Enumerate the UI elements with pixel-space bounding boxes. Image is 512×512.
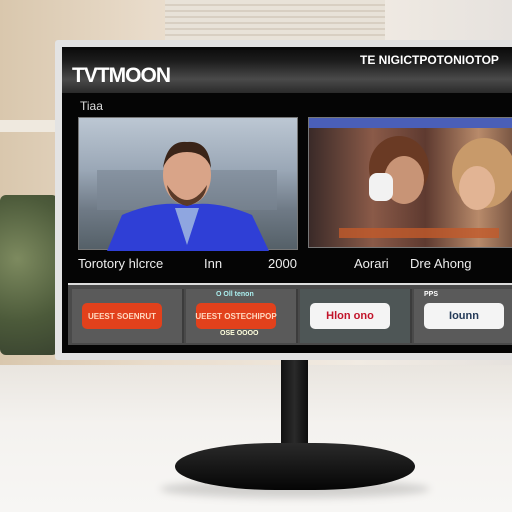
window-blinds (165, 0, 385, 40)
tv-stand-base (175, 443, 415, 490)
app-logo: TVTMOON (72, 64, 171, 87)
app-tile-3-button[interactable]: Hlon ono (310, 303, 390, 329)
plant (0, 195, 58, 355)
app-tile-3[interactable]: Hlon ono (300, 289, 412, 343)
app-tiles-row: UEEST SOENRUT O Oll tenon UEEST OSTECHIP… (68, 283, 512, 345)
video-thumbnail-movie[interactable] (308, 117, 512, 248)
video-thumbnail-news[interactable] (78, 117, 298, 251)
label-item-1[interactable]: Torotory hlcrce (78, 256, 163, 271)
app-tile-1-button[interactable]: UEEST SOENRUT (82, 303, 162, 329)
app-tile-4[interactable]: PPS Iounn (414, 289, 512, 343)
shelf (0, 120, 60, 132)
app-tile-2-button[interactable]: UEEST OSTECHIPOP (195, 303, 277, 329)
header-menu-text[interactable]: TE NIGICTPOTONIOTOP (360, 53, 499, 67)
tv-screen: TVTMOON TE NIGICTPOTONIOTOP Tiaa Torotor… (62, 47, 512, 353)
label-item-2[interactable]: Inn (204, 256, 222, 271)
movie-still-image (309, 118, 512, 238)
app-tile-4-button[interactable]: Iounn (424, 303, 504, 329)
section-title: Tiaa (80, 99, 103, 113)
app-tile-4-header: PPS (424, 291, 439, 298)
app-tile-2[interactable]: O Oll tenon UEEST OSTECHIPOP OSE OOOO (186, 289, 298, 343)
app-tile-2-sub: OSE OOOO (220, 330, 259, 337)
label-item-3[interactable]: 2000 (268, 256, 297, 271)
label-item-5[interactable]: Dre Ahong (410, 256, 471, 271)
app-tile-1[interactable]: UEEST SOENRUT (72, 289, 184, 343)
label-item-4[interactable]: Aorari (354, 256, 389, 271)
tv-stand-neck (281, 352, 308, 457)
app-tile-2-header: O Oll tenon (216, 291, 254, 298)
presenter-image (97, 141, 277, 251)
